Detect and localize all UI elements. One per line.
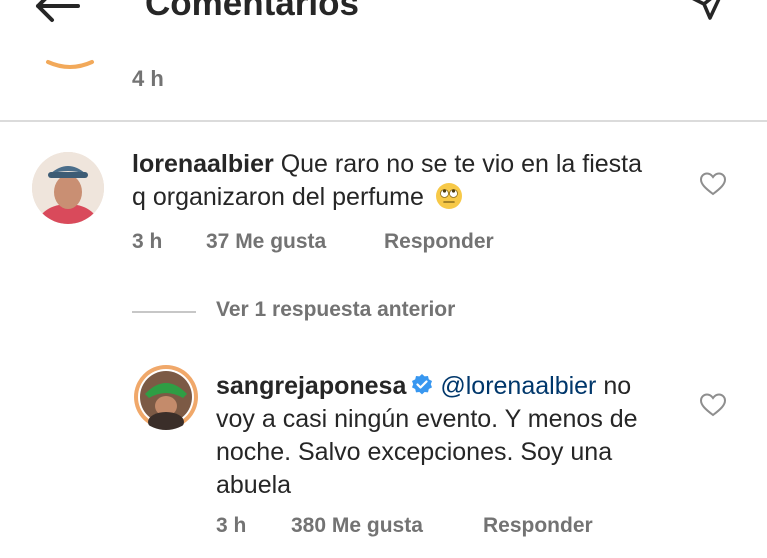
divider — [0, 120, 767, 122]
like-count[interactable]: 380 Me gusta — [291, 514, 423, 538]
mention-link[interactable]: @lorenaalbier — [440, 372, 596, 400]
reply-button[interactable]: Responder — [483, 514, 593, 538]
replies-divider — [132, 311, 196, 313]
avatar-sangrejaponesa[interactable] — [133, 364, 199, 430]
page-title: Comentarios — [145, 0, 359, 23]
heart-icon[interactable] — [699, 392, 727, 418]
paper-plane-icon[interactable] — [688, 0, 728, 24]
comment-time: 3 h — [132, 230, 163, 253]
comments-screen: Comentarios 4 h lorenaalbier Que raro no… — [0, 0, 767, 558]
comment-time: 3 h — [216, 514, 247, 537]
avatar-image — [134, 365, 198, 430]
comment-username[interactable]: sangrejaponesa — [216, 372, 406, 400]
comment-body: sangrejaponesa @lorenaalbier no voy a ca… — [216, 370, 676, 502]
avatar-lorenaalbier[interactable] — [32, 152, 104, 224]
heart-icon[interactable] — [699, 171, 727, 197]
reply-button[interactable]: Responder — [384, 230, 494, 254]
comment-body: lorenaalbier Que raro no se te vio en la… — [132, 148, 652, 214]
verified-badge-icon — [412, 374, 433, 395]
header: Comentarios — [0, 0, 767, 28]
comment-time: 4 h — [132, 66, 164, 91]
avatar[interactable] — [40, 40, 100, 80]
face-with-rolling-eyes-icon — [435, 183, 462, 209]
arrow-left-icon[interactable] — [32, 0, 82, 26]
view-replies-button[interactable]: Ver 1 respuesta anterior — [216, 298, 455, 322]
comment-username[interactable]: lorenaalbier — [132, 150, 274, 178]
like-count[interactable]: 37 Me gusta — [206, 230, 326, 254]
avatar-image — [32, 152, 104, 224]
